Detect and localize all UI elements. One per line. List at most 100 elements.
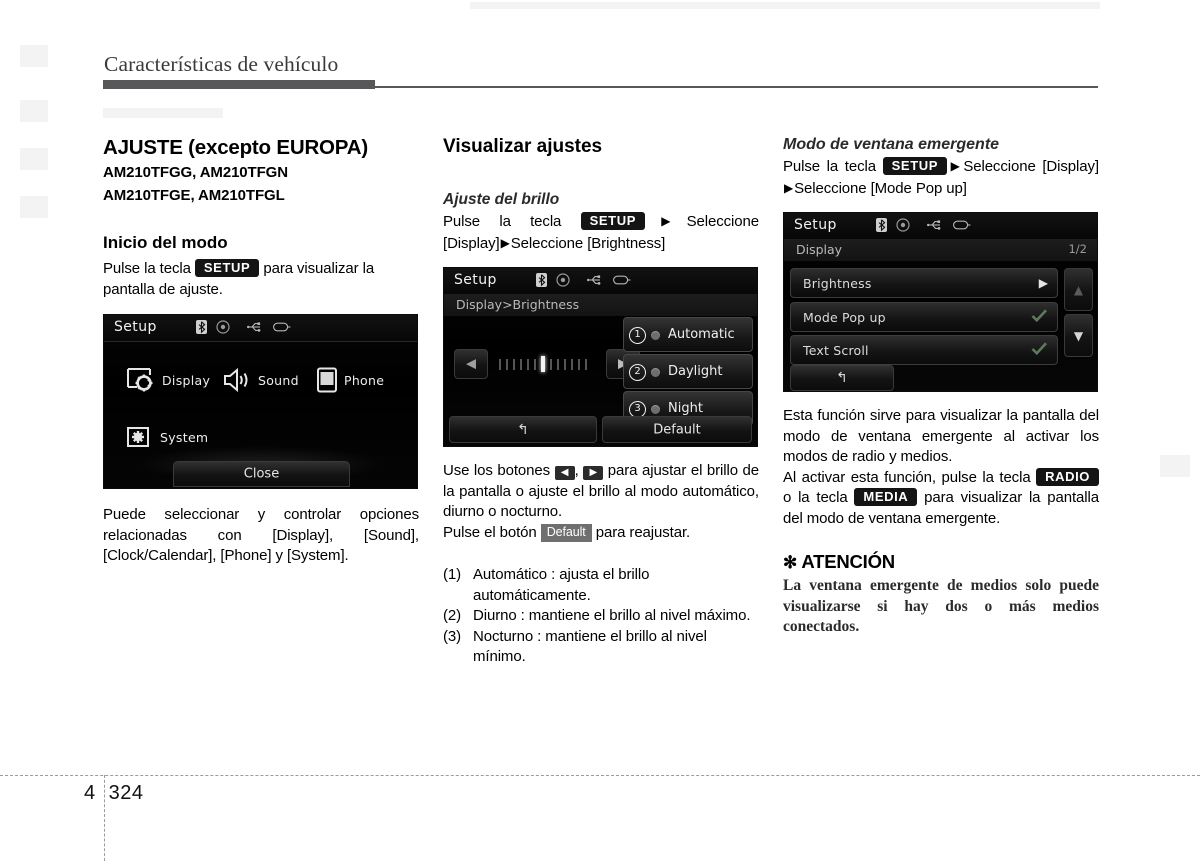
list-item-text: Diurno : mantiene el brillo al nivel máx… <box>473 607 751 624</box>
back-button[interactable]: ↰ <box>790 365 894 391</box>
breadcrumb-bar: Display>Brightness <box>444 294 757 316</box>
check-icon <box>1031 341 1048 360</box>
scroll-up-button[interactable]: ▲ <box>1064 268 1093 311</box>
path-arrow-icon: ▶ <box>784 180 794 195</box>
radio-dot <box>651 405 660 414</box>
model-line-1: AM210TFGG, AM210TFGN <box>103 164 288 181</box>
arrow-right-button-icon: ▶ <box>583 466 604 480</box>
display-row-mode-popup[interactable]: Mode Pop up <box>790 302 1058 332</box>
usb-icon <box>247 322 261 332</box>
slider-tick <box>499 358 501 370</box>
path-text-mid: Seleccione [Display] <box>963 158 1099 175</box>
close-button-label: Close <box>243 466 280 482</box>
caption-col1: Puede seleccionar y controlar opciones r… <box>103 506 419 564</box>
asterisk-icon: ✻ <box>783 553 798 572</box>
breadcrumb-bar: Display 1/2 <box>784 239 1097 261</box>
body-text-a: Use los botones <box>443 462 551 479</box>
slider-tick <box>571 358 573 370</box>
scroll-down-button[interactable]: ▼ <box>1064 314 1093 357</box>
arrow-right-icon: ▶ <box>1038 276 1048 290</box>
list-item-text: Nocturno : mantiene el brillo al nivel m… <box>473 627 707 666</box>
attention-block: ✻ ATENCIÓN La ventana emergente de medio… <box>783 551 1099 638</box>
radio-dot <box>651 368 660 377</box>
slider-tick <box>534 358 536 370</box>
display-gear-icon <box>127 368 153 392</box>
media-keycap: MEDIA <box>854 488 918 506</box>
attention-body: La ventana emergente de medios solo pued… <box>783 577 1099 635</box>
brightness-option-daylight-label: Daylight <box>668 364 723 379</box>
scan-artifact <box>470 2 1100 9</box>
subsection-modo-ventana-emergente: Modo de ventana emergente <box>783 136 1000 153</box>
scan-artifact <box>20 100 48 122</box>
path-text-before: Pulse la tecla <box>783 158 876 175</box>
slider-tick <box>578 358 580 370</box>
device-icon <box>953 220 971 230</box>
body2-text-b: para reajustar. <box>595 523 691 541</box>
check-icon <box>1031 308 1048 327</box>
header-rule-thick <box>103 80 375 89</box>
chapter-number: 4 <box>84 782 96 804</box>
status-icons <box>536 273 631 287</box>
intro-text-before: Pulse la tecla <box>103 260 191 277</box>
scan-artifact <box>20 45 48 67</box>
slider-tick <box>527 358 529 370</box>
brightness-decrease-button[interactable]: ◀ <box>454 349 488 379</box>
path-arrow-icon: ▶ <box>645 214 686 228</box>
arrow-left-icon: ◀ <box>466 356 476 372</box>
paragraph-popup-2: Al activar esta función, pulse la tecla … <box>783 467 1099 530</box>
back-arrow-icon: ↰ <box>517 421 529 438</box>
display-row-brightness[interactable]: Brightness ▶ <box>790 268 1058 298</box>
paragraph-popup-1: Esta función sirve para visualizar la pa… <box>783 407 1099 465</box>
slider-tick <box>506 358 508 370</box>
screen-titlebar: Setup <box>784 213 1097 240</box>
model-line-2: AM210TFGE, AM210TFGL <box>103 187 285 204</box>
slider-tick <box>585 358 587 370</box>
page-indicator: 1/2 <box>1068 242 1087 256</box>
slider-tick <box>513 358 515 370</box>
column-left: AJUSTE (excepto EUROPA) AM210TFGG, AM210… <box>103 136 419 567</box>
setup-item-sound[interactable]: Sound <box>222 367 299 393</box>
bluetooth-icon <box>196 320 207 334</box>
disc-icon <box>896 218 910 232</box>
back-button[interactable]: ↰ <box>449 416 597 443</box>
path-text-end: Seleccione [Mode Pop up] <box>794 179 967 197</box>
popup2-text-a: Al activar esta función, pulse la tecla <box>783 468 1031 486</box>
breadcrumb: Display <box>796 242 843 257</box>
display-row-text-scroll[interactable]: Text Scroll <box>790 335 1058 365</box>
setup-keycap: SETUP <box>882 157 947 175</box>
slider-tick <box>520 358 522 370</box>
list-item-lead: (2) <box>443 607 462 624</box>
paragraph-popup-path: Pulse la tecla SETUP ▶ Seleccione [Display… <box>783 156 1099 199</box>
brightness-option-daylight[interactable]: 2 Daylight <box>623 354 753 389</box>
brightness-option-automatic[interactable]: 1 Automatic <box>623 317 753 352</box>
setup-item-system[interactable]: System <box>126 425 208 450</box>
setup-item-phone[interactable]: Phone <box>316 367 384 393</box>
scan-artifact <box>1160 455 1190 477</box>
path-text-before: Pulse la tecla <box>443 213 562 230</box>
body2-text-a: Pulse el botón <box>443 523 537 541</box>
brightness-mode-list: (1) Automático : ajusta el brillo automát… <box>443 565 759 668</box>
status-icons <box>196 320 291 334</box>
setup-item-sound-label: Sound <box>258 372 299 388</box>
bluetooth-icon <box>536 273 547 287</box>
default-button[interactable]: Default <box>602 416 752 443</box>
scan-artifact <box>103 108 223 118</box>
close-button[interactable]: Close <box>173 461 350 487</box>
brightness-slider[interactable] <box>499 356 587 372</box>
scan-artifact <box>20 148 48 170</box>
speaker-icon <box>224 367 248 393</box>
paragraph-brillo-2: Pulse el botón Default para reajustar. <box>443 523 759 544</box>
page-number: 324 <box>108 782 144 804</box>
setup-home-screenshot: Setup Display Sound Phone System Close <box>103 314 418 489</box>
display-row-brightness-label: Brightness <box>803 276 872 291</box>
display-list-screenshot: Setup Display 1/2 Brightness ▶ Mode Pop … <box>783 212 1098 392</box>
subsection-ajuste-del-brillo: Ajuste del brillo <box>443 191 560 208</box>
screen-title: Setup <box>454 272 497 288</box>
section-title-ajuste: AJUSTE (excepto EUROPA) <box>103 136 368 159</box>
setup-item-display[interactable]: Display <box>126 367 210 393</box>
page-folio: 4 324 <box>84 782 144 805</box>
brightness-screenshot: Setup Display>Brightness ◀ 1 Automatic 2… <box>443 267 758 447</box>
list-item-text: Automático : ajusta el brillo automática… <box>473 566 650 604</box>
disc-icon <box>556 273 570 287</box>
brightness-option-automatic-label: Automatic <box>668 327 735 342</box>
